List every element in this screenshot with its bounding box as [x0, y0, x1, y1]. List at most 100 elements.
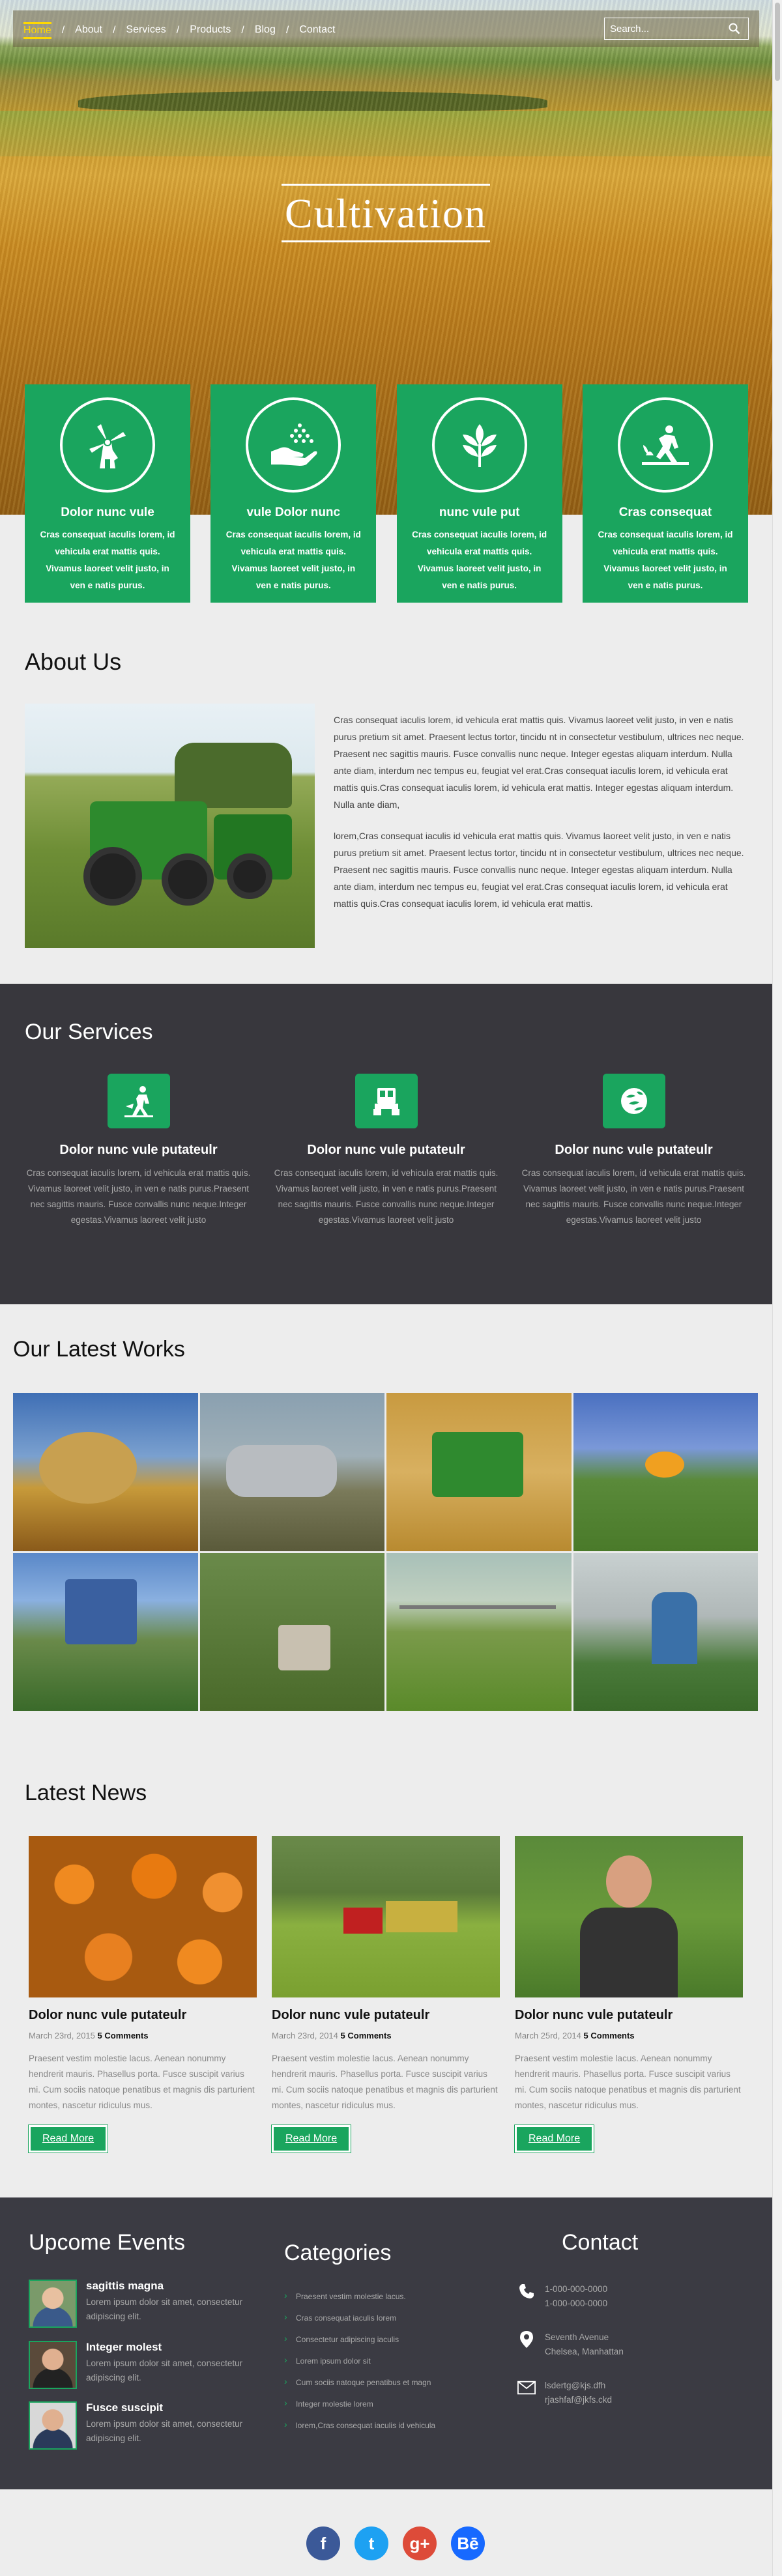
categories-title: Categories [284, 2240, 392, 2265]
contact-email: lsdertg@kjs.dfh rjashfaf@jkfs.ckd [517, 2379, 612, 2407]
services-title: Our Services [25, 1020, 153, 1044]
news-photo-tractor-field[interactable] [272, 1836, 500, 1997]
nav-home[interactable]: Home [23, 22, 51, 39]
search-icon[interactable] [725, 18, 744, 39]
page-scrollbar[interactable] [772, 0, 782, 2576]
category-link[interactable]: Praesent vestim molestie lacus. [284, 2291, 435, 2301]
news-photo-man[interactable] [515, 1836, 743, 1997]
news-item: Dolor nunc vule putateulr March 23rd, 20… [27, 1836, 257, 2153]
gallery-photo-combine[interactable] [386, 1393, 572, 1551]
services-section: Our Services Dolor nunc vule putateulr C… [0, 984, 772, 1304]
comments-link[interactable]: 5 Comments [98, 2031, 149, 2040]
tractor-icon [373, 1088, 399, 1115]
service-text: Cras consequat iaculis lorem, id vehicul… [521, 1168, 746, 1225]
social-links: f t g+ Bē [306, 2526, 485, 2560]
farmer-watering-icon [124, 1086, 153, 1117]
email-link[interactable]: rjashfaf@jkfs.ckd [545, 2393, 612, 2407]
top-navbar: Home / About / Services / Products / Blo… [13, 10, 759, 47]
contact-address: Seventh Avenue Chelsea, Manhattan [517, 2330, 624, 2359]
comments-link[interactable]: 5 Comments [584, 2031, 635, 2040]
page: Home / About / Services / Products / Blo… [0, 0, 772, 2576]
news-title-text[interactable]: Dolor nunc vule putateulr [29, 2008, 257, 2023]
event-name[interactable]: sagittis magna [86, 2280, 164, 2293]
envelope-icon [517, 2379, 536, 2397]
gallery-photo-hay-bale[interactable] [13, 1393, 198, 1551]
nav-about[interactable]: About [75, 24, 102, 37]
news-meta: March 23rd, 2014 5 Comments [272, 2031, 392, 2040]
news-text: Praesent vestim molestie lacus. Aenean n… [515, 2054, 741, 2110]
nav-products[interactable]: Products [190, 24, 231, 37]
event-item: Fusce suscipit Lorem ipsum dolor sit ame… [29, 2401, 263, 2454]
category-link[interactable]: Integer molestie lorem [284, 2398, 435, 2409]
category-link[interactable]: lorem,Cras consequat iaculis id vehicula [284, 2420, 435, 2430]
farmer-planting-icon [641, 425, 689, 465]
nav-blog[interactable]: Blog [255, 24, 276, 37]
feature-title: Cras consequat [618, 506, 712, 519]
avatar [29, 2401, 77, 2450]
gallery-photo-tanker[interactable] [199, 1393, 384, 1551]
feature-title: vule Dolor nunc [246, 506, 341, 519]
news-item: Dolor nunc vule putateulr March 25rd, 20… [514, 1836, 743, 2153]
gallery-photo-drone[interactable] [573, 1393, 758, 1551]
service-title: Dolor nunc vule putateulr [307, 1143, 465, 1157]
works-title: Our Latest Works [13, 1337, 185, 1362]
events-title: Upcome Events [29, 2230, 185, 2255]
read-more-button[interactable]: Read More [27, 2125, 109, 2153]
category-link[interactable]: Cras consequat iaculis lorem [284, 2312, 435, 2323]
news-photo-pumpkins[interactable] [29, 1836, 257, 1997]
category-link[interactable]: Consectetur adipiscing iaculis [284, 2334, 435, 2344]
seeding-hand-icon [271, 423, 317, 466]
nav-services[interactable]: Services [126, 24, 166, 37]
footer: Upcome Events sagittis magna Lorem ipsum… [0, 2197, 772, 2489]
about-title: About Us [25, 648, 122, 675]
facebook-icon[interactable]: f [306, 2526, 340, 2560]
event-name[interactable]: Fusce suscipit [86, 2401, 163, 2414]
event-text: Lorem ipsum dolor sit amet, consectetur … [86, 2358, 243, 2383]
email-link[interactable]: lsdertg@kjs.dfh [545, 2379, 612, 2393]
sprout-leaves-icon [462, 424, 497, 467]
hops-icon [620, 1088, 647, 1114]
event-text: Lorem ipsum dolor sit amet, consectetur … [86, 2297, 243, 2321]
gallery-photo-harvester[interactable] [199, 1553, 384, 1711]
feature-card[interactable]: nunc vule put Cras consequat iaculis lor… [396, 384, 562, 603]
comments-link[interactable]: 5 Comments [341, 2031, 392, 2040]
phone-icon [517, 2282, 536, 2300]
feature-text: Cras consequat iaculis lorem, id vehicul… [412, 530, 547, 590]
news-title-text[interactable]: Dolor nunc vule putateulr [272, 2008, 500, 2023]
feature-card[interactable]: vule Dolor nunc Cras consequat iaculis l… [210, 384, 377, 603]
category-link[interactable]: Lorem ipsum dolor sit [284, 2355, 435, 2366]
feature-card[interactable]: Dolor nunc vule Cras consequat iaculis l… [25, 384, 190, 603]
read-more-button[interactable]: Read More [514, 2125, 595, 2153]
news-item: Dolor nunc vule putateulr March 23rd, 20… [270, 1836, 500, 2153]
service-item: Dolor nunc vule putateulr Cras consequat… [521, 1074, 746, 1228]
about-paragraph-2: lorem,Cras consequat iaculis id vehicula… [334, 831, 744, 909]
service-title: Dolor nunc vule putateulr [555, 1143, 713, 1157]
google-plus-icon[interactable]: g+ [403, 2526, 437, 2560]
contact-phone: 1-000-000-0000 1-000-000-0000 [517, 2282, 607, 2311]
event-name[interactable]: Integer molest [86, 2341, 162, 2354]
location-pin-icon [517, 2330, 536, 2349]
search-input[interactable] [605, 18, 725, 39]
avatar [29, 2341, 77, 2389]
service-text: Cras consequat iaculis lorem, id vehicul… [274, 1168, 499, 1225]
twitter-icon[interactable]: t [355, 2526, 388, 2560]
read-more-button[interactable]: Read More [270, 2125, 352, 2153]
category-link[interactable]: Cum sociis natoque penatibus et magn [284, 2377, 435, 2387]
behance-icon[interactable]: Bē [451, 2526, 485, 2560]
service-title: Dolor nunc vule putateulr [59, 1143, 218, 1157]
news-title-text[interactable]: Dolor nunc vule putateulr [515, 2008, 743, 2023]
hero-title-block: Cultivation [282, 184, 490, 242]
scrollbar-thumb[interactable] [775, 3, 780, 81]
gallery-photo-irrigation[interactable] [386, 1553, 572, 1711]
works-gallery [13, 1393, 758, 1711]
gallery-photo-greenhouse[interactable] [573, 1553, 758, 1711]
gallery-photo-tractor-plow[interactable] [13, 1553, 198, 1711]
service-item: Dolor nunc vule putateulr Cras consequat… [26, 1074, 251, 1228]
news-text: Praesent vestim molestie lacus. Aenean n… [29, 2054, 255, 2110]
about-paragraph-1: Cras consequat iaculis lorem, id vehicul… [334, 715, 744, 810]
feature-card[interactable]: Cras consequat Cras consequat iaculis lo… [582, 384, 748, 603]
main-nav: Home / About / Services / Products / Blo… [23, 22, 335, 39]
feature-title: nunc vule put [439, 506, 520, 519]
event-item: sagittis magna Lorem ipsum dolor sit ame… [29, 2280, 263, 2332]
nav-contact[interactable]: Contact [299, 24, 335, 37]
